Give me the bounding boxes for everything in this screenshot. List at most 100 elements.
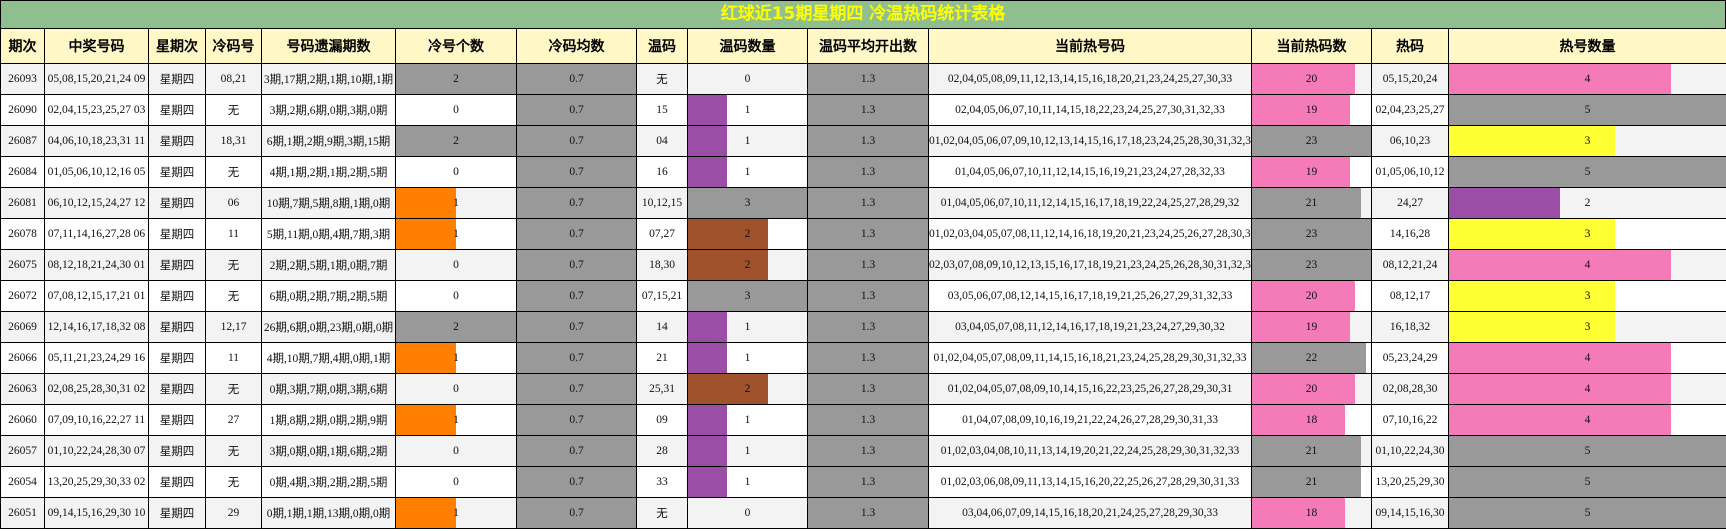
- cell-cold-avg: 0.7: [516, 342, 637, 374]
- cell-weekday: 星期四: [148, 311, 206, 343]
- cell-weekday: 星期四: [148, 342, 206, 374]
- cell-numbers: 13,20,25,29,30,33 02: [44, 466, 149, 498]
- table-row: 26066 05,11,21,23,24,29 16 星期四 11 4期,10期,7期,…: [0, 342, 1726, 374]
- cell-warm: 25,31: [636, 373, 688, 405]
- cell-hot-count: 21: [1251, 435, 1372, 467]
- cell-cold-count: 0: [395, 249, 517, 281]
- cell-issue: 26075: [0, 249, 45, 281]
- cell-warm-count: 3: [687, 187, 808, 219]
- cell-hot-num-value: 3: [1584, 290, 1591, 302]
- cell-cold-count: 1: [395, 187, 517, 219]
- cell-hot-count: 23: [1251, 218, 1372, 250]
- cell-hot-count: 19: [1251, 311, 1372, 343]
- cell-warm-avg: 1.3: [807, 497, 929, 529]
- cell-miss: 5期,11期,0期,4期,7期,3期: [261, 218, 396, 250]
- cell-hot-num: 4: [1448, 63, 1726, 95]
- cell-warm-count-value: 1: [744, 104, 751, 116]
- cell-warm-count-fill: [688, 343, 728, 373]
- cell-warm-count: 1: [687, 466, 808, 498]
- cell-hot: 09,14,15,16,30: [1371, 497, 1449, 529]
- cell-warm-avg: 1.3: [807, 435, 929, 467]
- cell-hot-num: 4: [1448, 373, 1726, 405]
- cell-hot-count-value: 23: [1305, 228, 1318, 240]
- cell-warm-count: 1: [687, 311, 808, 343]
- cell-warm-count-fill: [688, 312, 728, 342]
- cell-hot-num: 5: [1448, 435, 1726, 467]
- cell-numbers: 05,11,21,23,24,29 16: [44, 342, 149, 374]
- cell-warm: 21: [636, 342, 688, 374]
- cell-warm-count: 1: [687, 435, 808, 467]
- cell-warm-count-value: 1: [744, 352, 751, 364]
- cell-warm-count: 1: [687, 125, 808, 157]
- cell-miss: 4期,1期,2期,1期,2期,5期: [261, 156, 396, 188]
- cell-cold-count-fill: [396, 405, 456, 435]
- stats-sheet: 红球近15期星期四 冷温热码统计表格 期次 中奖号码 星期次 冷码号 号码遗漏期…: [0, 0, 1726, 531]
- cell-hot-num-fill: [1449, 374, 1671, 404]
- cell-cold: 11: [205, 342, 262, 374]
- cell-warm-count: 0: [687, 63, 808, 95]
- cell-numbers: 02,08,25,28,30,31 02: [44, 373, 149, 405]
- cell-weekday: 星期四: [148, 373, 206, 405]
- cell-issue: 26051: [0, 497, 45, 529]
- cell-warm: 14: [636, 311, 688, 343]
- cell-hot-num-fill: [1449, 188, 1560, 218]
- cell-miss: 0期,3期,7期,0期,3期,6期: [261, 373, 396, 405]
- table-title: 红球近15期星期四 冷温热码统计表格: [0, 0, 1726, 29]
- cell-hot-num-value: 3: [1584, 135, 1591, 147]
- cell-miss: 0期,4期,3期,2期,2期,5期: [261, 466, 396, 498]
- cell-warm-count-value: 1: [744, 476, 751, 488]
- cell-cold-count-value: 1: [453, 352, 459, 364]
- cell-hot: 24,27: [1371, 187, 1449, 219]
- cell-hot-count: 21: [1251, 466, 1372, 498]
- cell-hot-num-value: 4: [1584, 73, 1591, 85]
- cell-miss: 3期,0期,0期,1期,6期,2期: [261, 435, 396, 467]
- header-issue: 期次: [0, 28, 45, 64]
- cell-cold-count: 0: [395, 435, 517, 467]
- cell-hot: 01,10,22,24,30: [1371, 435, 1449, 467]
- cell-miss: 6期,1期,2期,9期,3期,15期: [261, 125, 396, 157]
- cell-warm-count-fill: [688, 374, 768, 404]
- cell-hot: 01,05,06,10,12: [1371, 156, 1449, 188]
- header-hot-num: 热号数量: [1448, 28, 1726, 64]
- cell-miss: 1期,8期,2期,0期,2期,9期: [261, 404, 396, 436]
- cell-warm-avg: 1.3: [807, 125, 929, 157]
- cell-hot: 13,20,25,29,30: [1371, 466, 1449, 498]
- cell-cold-avg: 0.7: [516, 187, 637, 219]
- cell-hot-num-value: 3: [1584, 321, 1591, 333]
- cell-hot-num: 4: [1448, 404, 1726, 436]
- cell-hot: 08,12,21,24: [1371, 249, 1449, 281]
- cell-cold-avg: 0.7: [516, 373, 637, 405]
- cell-warm-count-value: 1: [744, 321, 751, 333]
- cell-warm-count-value: 1: [744, 414, 751, 426]
- table-row: 26072 07,08,12,15,17,21 01 星期四无 6期,0期,2期,7期…: [0, 280, 1726, 312]
- cell-hot-num: 5: [1448, 466, 1726, 498]
- cell-weekday: 星期四: [148, 125, 206, 157]
- cell-hot-num-fill: [1449, 405, 1671, 435]
- cell-hot: 05,15,20,24: [1371, 63, 1449, 95]
- cell-issue: 26054: [0, 466, 45, 498]
- cell-cold-avg: 0.7: [516, 156, 637, 188]
- header-warm-avg: 温码平均开出数: [807, 28, 929, 64]
- cell-hot-num: 3: [1448, 280, 1726, 312]
- cell-hot-count-value: 20: [1305, 290, 1318, 302]
- cell-hot-numbers: 02,04,05,06,07,10,11,14,15,18,22,23,24,2…: [928, 94, 1252, 126]
- header-hot-count: 当前热码数: [1251, 28, 1372, 64]
- header-warm-count: 温码数量: [687, 28, 808, 64]
- cell-hot-num-value: 2: [1584, 197, 1591, 209]
- cell-hot-count-value: 22: [1305, 352, 1318, 364]
- cell-hot-count-value: 23: [1305, 259, 1318, 271]
- header-numbers: 中奖号码: [44, 28, 149, 64]
- header-hot: 热码: [1371, 28, 1449, 64]
- cell-cold-count: 1: [395, 404, 517, 436]
- cell-hot-numbers: 01,02,04,05,07,08,09,11,14,15,16,18,21,2…: [928, 342, 1252, 374]
- cell-issue: 26084: [0, 156, 45, 188]
- cell-warm-count: 2: [687, 249, 808, 281]
- cell-warm-count: 1: [687, 156, 808, 188]
- cell-hot-count-fill: [1252, 312, 1351, 342]
- cell-cold-count: 2: [395, 63, 517, 95]
- table-body: 26093 05,08,15,20,21,24 09 星期四 08,21 3期,17期,…: [0, 63, 1726, 529]
- cell-warm: 04: [636, 125, 688, 157]
- cell-cold: 18,31: [205, 125, 262, 157]
- cell-hot-num-fill: [1449, 126, 1616, 156]
- cell-hot-num: 2: [1448, 187, 1726, 219]
